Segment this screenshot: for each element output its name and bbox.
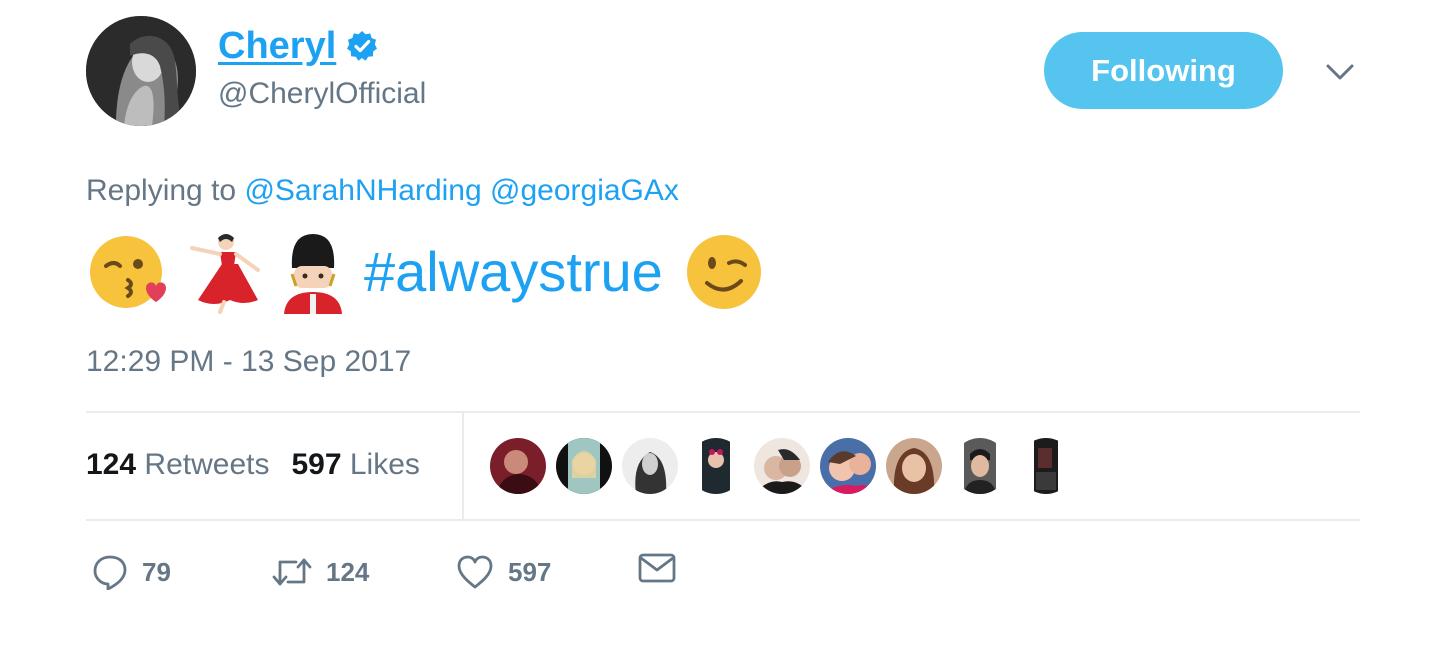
liker-avatar[interactable] — [754, 438, 810, 494]
author-handle[interactable]: @CherylOfficial — [218, 76, 426, 112]
liker-avatar[interactable] — [688, 438, 744, 494]
author-name[interactable]: Cheryl — [218, 24, 336, 68]
liker-avatar[interactable] — [556, 438, 612, 494]
tweet-stats: 124 Retweets 597 Likes — [86, 446, 420, 484]
divider — [86, 411, 1360, 413]
reply-count: 79 — [142, 557, 171, 587]
liker-avatar[interactable] — [490, 438, 546, 494]
liker-avatar[interactable] — [952, 438, 1008, 494]
direct-message-action[interactable] — [638, 552, 676, 584]
like-count: 597 — [508, 557, 552, 587]
reply-action[interactable]: 79 — [92, 552, 171, 592]
following-button[interactable]: Following — [1044, 32, 1283, 109]
tweet-text: #alwaystrue — [86, 226, 763, 318]
likes-count: 597 — [291, 448, 342, 481]
retweets-stat[interactable]: 124 Retweets — [86, 448, 269, 481]
retweets-count: 124 — [86, 448, 137, 481]
liker-avatar[interactable] — [1018, 438, 1074, 494]
liker-avatar[interactable] — [820, 438, 876, 494]
reply-icon — [93, 555, 127, 590]
author-avatar[interactable] — [86, 16, 196, 126]
mention-link[interactable]: @georgiaGAx — [490, 174, 679, 207]
liker-avatar[interactable] — [622, 438, 678, 494]
kissing-face-icon — [90, 236, 166, 308]
likes-stat[interactable]: 597 Likes — [291, 448, 419, 481]
liker-avatar[interactable] — [886, 438, 942, 494]
mention-link[interactable]: @SarahNHarding — [244, 174, 481, 207]
heart-icon — [457, 555, 493, 589]
guardsman-icon — [284, 234, 342, 314]
envelope-icon — [638, 553, 676, 583]
retweet-action[interactable]: 124 — [272, 552, 369, 592]
like-action[interactable]: 597 — [456, 552, 551, 592]
chevron-down-icon[interactable] — [1324, 60, 1356, 84]
liker-avatars — [490, 438, 1074, 494]
retweet-icon — [272, 558, 312, 586]
dancer-icon — [190, 234, 260, 314]
divider — [86, 519, 1360, 521]
author-name-row: Cheryl — [218, 24, 378, 68]
replying-to-line: Replying to @SarahNHarding @georgiaGAx — [86, 172, 679, 210]
tweet-card: Cheryl @CherylOfficial Following Replyin… — [0, 0, 1440, 655]
retweets-label: Retweets — [144, 448, 270, 481]
retweet-count: 124 — [326, 557, 370, 587]
divider — [462, 413, 464, 519]
likes-label: Likes — [349, 448, 420, 481]
replying-to-label: Replying to — [86, 174, 237, 207]
tweet-timestamp[interactable]: 12:29 PM - 13 Sep 2017 — [86, 343, 411, 381]
winking-face-icon — [686, 235, 761, 309]
hashtag-link[interactable]: #alwaystrue — [364, 226, 663, 318]
verified-badge-icon — [347, 31, 378, 61]
